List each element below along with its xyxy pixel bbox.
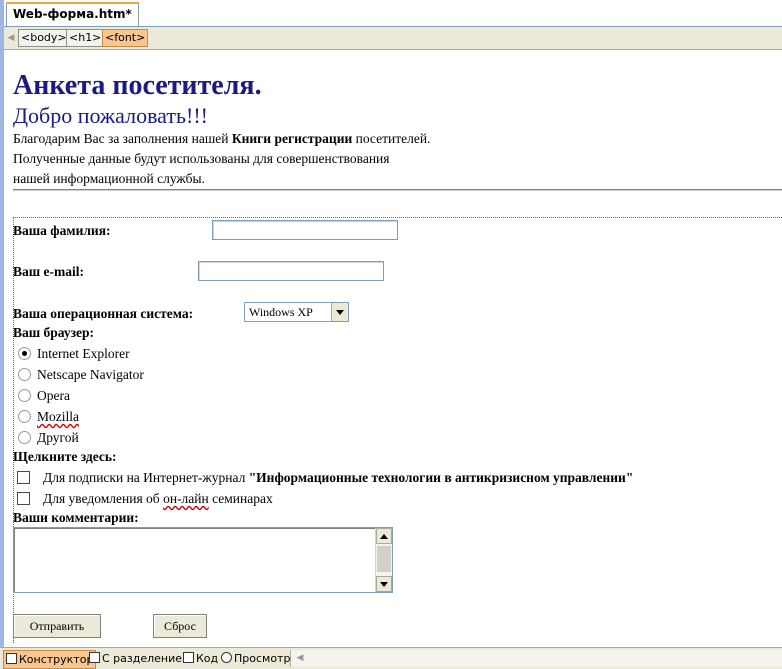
click-here-label: Щелкните здесь:	[13, 449, 117, 464]
comments-textarea[interactable]	[13, 527, 393, 593]
notify-text-start: Для уведомления об	[43, 491, 164, 506]
subscribe-text-start: Для подписки на Интернет-журнал	[43, 470, 249, 485]
surname-field[interactable]	[212, 220, 398, 240]
design-view-icon	[6, 653, 17, 664]
radio-label-netscape: Netscape Navigator	[37, 367, 144, 382]
tab-preview[interactable]: Просмотр	[221, 650, 290, 667]
notify-text-end: семинарах	[208, 491, 273, 506]
tab-split[interactable]: С разделением	[89, 650, 190, 667]
email-label: Ваш e-mail:	[13, 264, 85, 279]
intro-line1-bold: Книги регистрации	[231, 131, 353, 146]
surname-label: Ваша фамилия:	[13, 223, 111, 238]
tag-selector-bar: ◀ <body> <h1> <font>	[4, 27, 782, 50]
radio-internet-explorer[interactable]	[18, 347, 31, 360]
intro-line1-end: посетителей.	[352, 131, 431, 146]
radio-opera[interactable]	[18, 389, 31, 402]
scroll-up-icon[interactable]	[376, 528, 392, 544]
radio-netscape[interactable]	[18, 368, 31, 381]
code-view-icon	[183, 652, 194, 663]
comments-scrollbar[interactable]	[375, 528, 392, 592]
reset-button[interactable]: Сброс	[153, 614, 207, 638]
form-boundary-top	[13, 217, 782, 218]
view-tabs-bar: Конструктор С разделением Код Просмотр ◀	[0, 647, 782, 669]
document-tab-strip: Web-форма.htm*	[4, 0, 782, 27]
radio-label-other: Другой	[37, 430, 79, 445]
radio-label-mozilla: Mozilla	[37, 409, 79, 424]
tab-design-label: Конструктор	[19, 653, 94, 666]
notify-checkbox[interactable]	[17, 492, 30, 505]
page-heading: Анкета посетителя.	[13, 70, 262, 101]
horizontal-scrollbar[interactable]: ◀	[290, 650, 782, 667]
split-view-icon	[89, 652, 100, 663]
subscribe-journal-name: "Информационные технологии в антикризисн…	[248, 470, 634, 485]
intro-line2: Полученные данные будут использованы для…	[13, 151, 390, 166]
page-subheading: Добро пожаловать!!!	[13, 103, 208, 128]
scroll-left-icon[interactable]: ◀	[293, 650, 307, 667]
preview-magnifier-icon	[221, 652, 232, 663]
subscribe-text: Для подписки на Интернет-журнал "Информа…	[43, 470, 633, 486]
chevron-down-icon[interactable]	[331, 303, 348, 321]
submit-button[interactable]: Отправить	[13, 614, 101, 638]
tag-font[interactable]: <font>	[102, 29, 149, 47]
subscribe-checkbox[interactable]	[17, 471, 30, 484]
document-tab[interactable]: Web-форма.htm*	[6, 2, 139, 26]
tab-code-label: Код	[196, 652, 219, 665]
tab-split-label: С разделением	[102, 652, 191, 665]
scroll-thumb[interactable]	[377, 546, 391, 572]
tab-design[interactable]: Конструктор	[3, 650, 97, 669]
scroll-down-icon[interactable]	[376, 576, 392, 592]
tag-scroll-left-icon[interactable]: ◀	[6, 31, 16, 45]
radio-other[interactable]	[18, 431, 31, 444]
os-select[interactable]: Windows XP	[244, 302, 349, 322]
tag-h1[interactable]: <h1>	[66, 29, 105, 47]
email-field[interactable]	[198, 261, 384, 281]
radio-label-internet-explorer: Internet Explorer	[37, 346, 130, 361]
comments-label: Ваши комментарии:	[13, 510, 139, 525]
intro-line3: нашей информационной службы.	[13, 171, 205, 186]
tag-body[interactable]: <body>	[18, 29, 70, 47]
tab-code[interactable]: Код	[183, 650, 218, 667]
intro-text: Благодарим Вас за заполнения нашей Книги…	[13, 129, 430, 189]
intro-line1-start: Благодарим Вас за заполнения нашей	[13, 131, 232, 146]
radio-mozilla[interactable]	[18, 410, 31, 423]
browser-label: Ваш браузер:	[13, 325, 95, 340]
os-label: Ваша операционная система:	[13, 306, 194, 321]
os-selected-value: Windows XP	[249, 305, 313, 319]
tab-preview-label: Просмотр	[234, 652, 291, 665]
notify-text: Для уведомления об он-лайн семинарах	[43, 491, 273, 507]
notify-text-online: он-лайн	[163, 491, 209, 506]
design-canvas[interactable]: Анкета посетителя. Добро пожаловать!!! Б…	[4, 50, 782, 646]
horizontal-rule	[13, 189, 782, 191]
radio-label-opera: Opera	[37, 388, 70, 403]
